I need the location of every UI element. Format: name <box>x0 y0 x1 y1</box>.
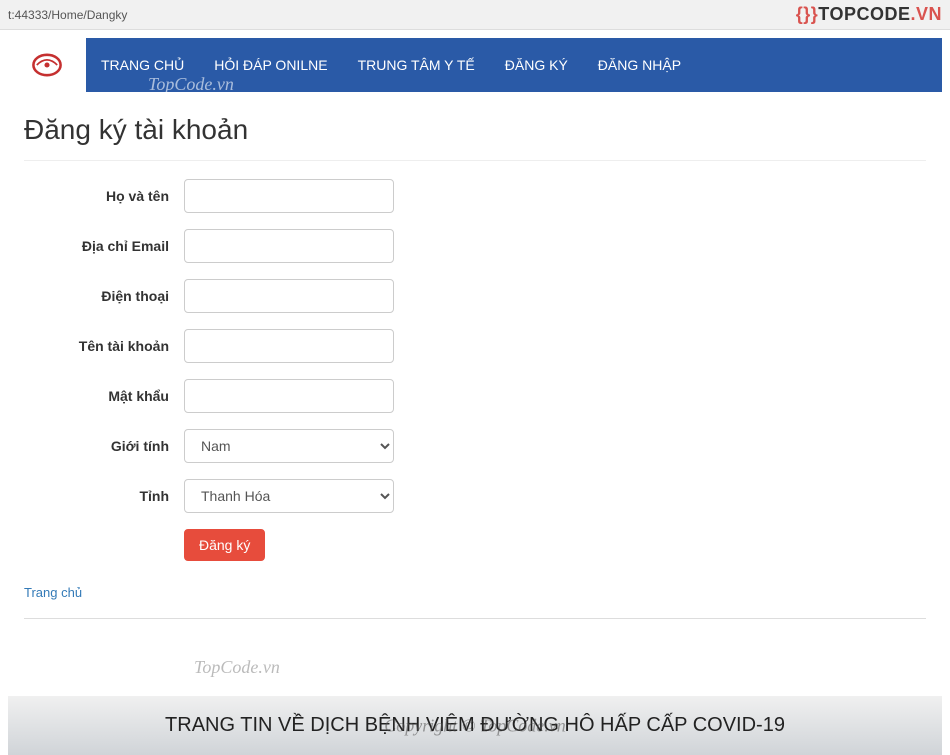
email-input[interactable] <box>184 229 394 263</box>
form-group-email: Địa chỉ Email <box>24 229 926 263</box>
watermark-brace-icon: {}} <box>796 4 819 24</box>
gender-select[interactable]: Nam <box>184 429 394 463</box>
username-input[interactable] <box>184 329 394 363</box>
fullname-input[interactable] <box>184 179 394 213</box>
form-group-username: Tên tài khoản <box>24 329 926 363</box>
form-group-phone: Điện thoại <box>24 279 926 313</box>
navbar-logo[interactable] <box>8 38 86 92</box>
form-group-password: Mật khẩu <box>24 379 926 413</box>
nav-menu: TRANG CHỦ HỎI ĐÁP ONILNE TRUNG TÂM Y TẾ … <box>86 40 696 90</box>
page-title: Đăng ký tài khoản <box>24 114 926 146</box>
form-group-province: Tỉnh Thanh Hóa <box>24 479 926 513</box>
fullname-label: Họ và tên <box>24 188 184 204</box>
province-select[interactable]: Thanh Hóa <box>184 479 394 513</box>
browser-address-bar: t:44333/Home/Dangky {}}TOPCODE.VN <box>0 0 950 30</box>
nav-item-register[interactable]: ĐĂNG KÝ <box>490 40 583 90</box>
title-divider <box>24 160 926 161</box>
password-input[interactable] <box>184 379 394 413</box>
watermark-brand: TOPCODE <box>818 4 910 24</box>
url-text: t:44333/Home/Dangky <box>8 8 127 22</box>
email-label: Địa chỉ Email <box>24 238 184 254</box>
nav-item-login[interactable]: ĐĂNG NHẬP <box>583 40 696 90</box>
phone-input[interactable] <box>184 279 394 313</box>
nav-item-medical[interactable]: TRUNG TÂM Y TẾ <box>343 40 490 90</box>
mid-watermark: TopCode.vn <box>194 657 926 678</box>
footer-banner: TRANG TIN VỀ DỊCH BỆNH VIÊM ĐƯỜNG HÔ HẤP… <box>8 696 942 755</box>
nav-item-home[interactable]: TRANG CHỦ <box>86 40 199 90</box>
topcode-watermark: {}}TOPCODE.VN <box>796 4 942 25</box>
province-label: Tỉnh <box>24 488 184 504</box>
main-container: Đăng ký tài khoản Họ và tên Địa chỉ Emai… <box>0 92 950 696</box>
gender-label: Giới tính <box>24 438 184 454</box>
submit-button[interactable]: Đăng ký <box>184 529 265 561</box>
phone-label: Điện thoại <box>24 288 184 304</box>
form-group-fullname: Họ và tên <box>24 179 926 213</box>
footer-divider <box>24 618 926 619</box>
nav-item-qa[interactable]: HỎI ĐÁP ONILNE <box>199 40 342 90</box>
username-label: Tên tài khoản <box>24 338 184 354</box>
submit-row: Đăng ký <box>24 529 926 561</box>
password-label: Mật khẩu <box>24 388 184 404</box>
breadcrumb-home[interactable]: Trang chủ <box>24 585 82 600</box>
watermark-vn: .VN <box>910 4 942 24</box>
footer-banner-text: TRANG TIN VỀ DỊCH BỆNH VIÊM ĐƯỜNG HÔ HẤP… <box>165 714 785 736</box>
form-group-gender: Giới tính Nam <box>24 429 926 463</box>
submit-spacer <box>24 529 184 561</box>
main-navbar: TRANG CHỦ HỎI ĐÁP ONILNE TRUNG TÂM Y TẾ … <box>8 38 942 92</box>
register-form: Họ và tên Địa chỉ Email Điện thoại Tên t… <box>24 179 926 561</box>
brand-logo-icon <box>30 51 64 79</box>
